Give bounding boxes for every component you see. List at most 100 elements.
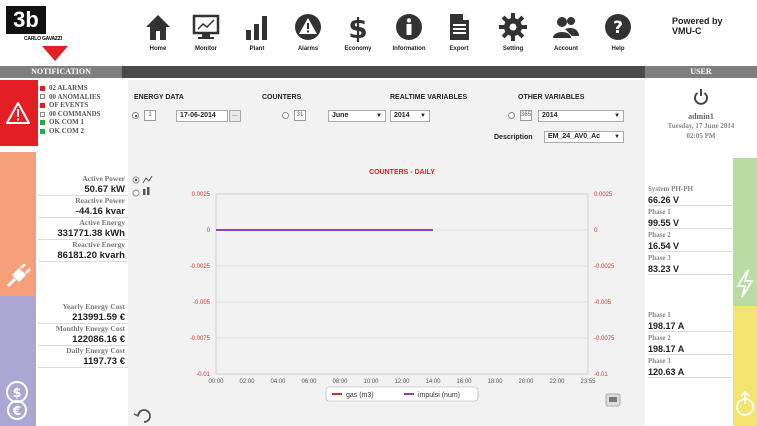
nav-economy-label: Economy [344, 46, 372, 52]
cost-values: Yearly Energy Cost 213991.59 € Monthly E… [38, 302, 128, 368]
reactive-power-value: -44.16 kvar [38, 206, 128, 218]
power-off-icon[interactable] [693, 88, 709, 106]
x-tick-label: 23:55 [580, 379, 596, 385]
x-tick-label: 00:00 [208, 379, 224, 385]
top-navigation: 3b CARLO GAVAZZI Home Monitor Plant Alar… [0, 0, 757, 72]
svg-text:$: $ [12, 386, 21, 401]
notification-header: NOTIFICATION [0, 66, 122, 78]
logo-triangle-icon [42, 46, 68, 61]
status-square-icon [40, 111, 45, 117]
notification-com2[interactable]: OK COM 2 [40, 127, 101, 136]
svg-text:$: $ [348, 12, 367, 42]
powered-by: Powered by VMU-C [672, 16, 723, 36]
other-year-select[interactable]: 2014 [538, 110, 624, 122]
monthly-cost-value: 122086.16 € [38, 334, 128, 346]
notification-panel: 02 ALARMS 00 ANOMALIES OF EVENTS 00 COMM… [0, 80, 128, 146]
cost-panel: $ € Yearly Energy Cost 213991.59 € Monthl… [0, 296, 128, 426]
daily-radio[interactable] [132, 112, 139, 119]
voltage-band [733, 158, 757, 306]
nav-setting[interactable]: Setting [485, 12, 541, 62]
energy-data-heading: ENERGY DATA [134, 94, 184, 101]
phase3-voltage-value: 83.23 V [648, 263, 732, 275]
y-tick-label-right: -0.0075 [594, 336, 615, 342]
voltage-panel: System PH-PH 66.26 V Phase 1 99.55 V Pha… [645, 158, 757, 306]
notification-text: 00 COMMANDS [49, 109, 101, 118]
nav-information-label: Information [392, 46, 426, 52]
dollar-icon: $ [348, 12, 367, 42]
logo-text: CARLO GAVAZZI [24, 36, 62, 42]
nav-economy[interactable]: $ Economy [330, 12, 386, 62]
nav-help[interactable]: ? Help [590, 12, 646, 62]
description-select[interactable]: EM_24_AV0_Ac [544, 131, 624, 143]
notification-com1[interactable]: OK COM 1 [40, 118, 101, 127]
nav-export-label: Export [449, 46, 469, 52]
chart-title: COUNTERS - DAILY [369, 169, 435, 176]
bar-chart-icon [143, 189, 146, 195]
phase2-current-value: 198.17 A [648, 343, 732, 355]
svg-text:?: ? [613, 18, 623, 38]
system-ph-ph-value: 66.26 V [648, 194, 732, 206]
y-tick-label-right: -0.005 [594, 300, 612, 306]
nav-alarms[interactable]: Alarms [280, 12, 336, 62]
nav-export[interactable]: Export [431, 12, 487, 62]
active-energy-label: Active Energy [79, 218, 125, 227]
phase1-voltage-value: 99.55 V [648, 217, 732, 229]
y-tick-label-right: -0.0025 [594, 264, 615, 270]
monitor-icon [192, 14, 220, 39]
date-picker-button[interactable]: ... [229, 110, 241, 122]
notification-text: 02 ALARMS [49, 84, 88, 92]
notification-events[interactable]: OF EVENTS [40, 101, 101, 110]
reactive-energy-label: Reactive Energy [72, 240, 125, 249]
y-tick-label-left: -0.005 [193, 300, 211, 306]
print-icon-tray [609, 397, 617, 402]
notification-anomalies[interactable]: 00 ANOMALIES [40, 93, 101, 102]
yearly-radio[interactable] [508, 112, 515, 119]
app-window: 3b CARLO GAVAZZI Home Monitor Plant Alar… [0, 0, 757, 426]
phase3-current-label: Phase 3 [648, 357, 671, 365]
month-select[interactable]: June [328, 110, 386, 122]
bar-chart-radio [132, 189, 140, 197]
daily-cost-value: 1197.73 € [38, 356, 128, 368]
description-label: Description [494, 134, 533, 141]
notification-commands[interactable]: 00 COMMANDS [40, 110, 101, 119]
date-input[interactable]: 17-06-2014 [176, 110, 228, 122]
nav-account-label: Account [554, 46, 578, 52]
yearly-cost-label: Yearly Energy Cost [62, 302, 126, 311]
section-bar: NOTIFICATION USER [0, 66, 757, 78]
power-band [0, 152, 36, 296]
monthly-radio[interactable] [282, 112, 289, 119]
user-time: 02:05 PM [686, 132, 716, 140]
document-icon [450, 14, 469, 40]
info-icon [396, 14, 422, 40]
users-icon [553, 17, 579, 38]
y-tick-label-left: -0.0025 [190, 264, 211, 270]
nav-monitor[interactable]: Monitor [178, 12, 234, 62]
notification-alarms[interactable]: 02 ALARMS [40, 84, 101, 93]
y-tick-label-left: 0.0025 [192, 192, 211, 198]
x-tick-label: 08:00 [332, 379, 348, 385]
calendar-day-icon: 1 [144, 110, 156, 121]
y-tick-label-left: -0.0075 [190, 336, 211, 342]
plug-icon [6, 264, 31, 288]
nav-information[interactable]: Information [381, 12, 437, 62]
current-band [733, 306, 757, 426]
x-tick-label: 04:00 [270, 379, 286, 385]
other-variables-heading: OTHER VARIABLES [518, 94, 585, 101]
power-values: Active Power 50.67 kW Reactive Power -44… [38, 174, 128, 262]
active-energy-value: 331771.38 kWh [38, 228, 128, 240]
phase2-voltage-label: Phase 2 [648, 231, 671, 239]
y-tick-label-left: -0.01 [196, 372, 210, 378]
phase2-voltage-value: 16.54 V [648, 240, 732, 252]
carlo-gavazzi-logo: CARLO GAVAZZI [24, 16, 98, 62]
nav-plant[interactable]: Plant [229, 12, 285, 72]
selection-controls: ENERGY DATA COUNTERS REALTIME VARIABLES … [128, 80, 645, 152]
y-tick-label-right: -0.01 [594, 372, 608, 378]
nav-setting-label: Setting [502, 46, 524, 52]
phase3-voltage-label: Phase 3 [648, 254, 671, 262]
x-tick-label: 06:00 [301, 379, 317, 385]
current-plug-icon [736, 390, 754, 416]
gear-icon [499, 13, 527, 41]
nav-account[interactable]: Account [538, 12, 594, 62]
year-select[interactable]: 2014 [390, 110, 430, 122]
line-chart-radio-dot [134, 178, 138, 182]
